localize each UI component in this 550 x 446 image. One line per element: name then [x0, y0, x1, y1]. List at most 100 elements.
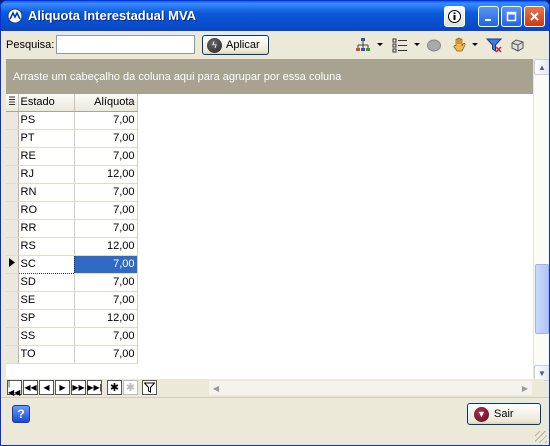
table-row[interactable]: RR 7,00: [6, 219, 138, 238]
scroll-up-arrow[interactable]: ▲: [534, 59, 549, 75]
resize-grip[interactable]: [535, 431, 547, 443]
cell-aliquota[interactable]: 12,00: [74, 237, 138, 256]
cell-aliquota[interactable]: 7,00: [74, 273, 138, 292]
next-page-button[interactable]: ▶▶: [71, 380, 86, 395]
scroll-thumb[interactable]: [535, 264, 549, 334]
cell-estado[interactable]: RS: [18, 237, 75, 256]
table-row[interactable]: RJ 12,00: [6, 165, 138, 184]
exit-button-label: Sair: [494, 408, 514, 420]
apply-button[interactable]: ϟ Aplicar: [202, 35, 269, 55]
cell-estado[interactable]: TO: [18, 345, 75, 364]
insert-record-button[interactable]: ✱: [107, 380, 122, 395]
table-row[interactable]: PS 7,00: [6, 111, 138, 130]
prior-page-button[interactable]: ◀◀: [23, 380, 38, 395]
row-indicator[interactable]: [6, 111, 19, 130]
table-row[interactable]: SP 12,00: [6, 309, 138, 328]
cell-aliquota[interactable]: 7,00: [74, 219, 138, 238]
horizontal-scrollbar[interactable]: ◀ ▶: [209, 381, 532, 395]
table-row[interactable]: PT 7,00: [6, 129, 138, 148]
cell-estado[interactable]: SD: [18, 273, 75, 292]
column-header-estado[interactable]: Estado: [18, 94, 75, 112]
cell-aliquota[interactable]: 7,00: [74, 291, 138, 310]
hand-icon[interactable]: [451, 37, 467, 53]
row-indicator[interactable]: [6, 165, 19, 184]
filter-icon[interactable]: [486, 37, 502, 53]
search-input[interactable]: [56, 35, 195, 54]
help-icon: ?: [17, 407, 25, 421]
last-page-button[interactable]: ▶▶|: [87, 380, 102, 395]
table-row[interactable]: SC 7,00: [6, 254, 138, 274]
cell-aliquota[interactable]: 12,00: [74, 165, 138, 184]
table-row[interactable]: RE 7,00: [6, 147, 138, 166]
help-button[interactable]: ?: [12, 405, 30, 423]
cell-estado[interactable]: SP: [18, 309, 75, 328]
cell-estado[interactable]: SS: [18, 327, 75, 346]
row-indicator[interactable]: [6, 291, 19, 310]
window-title: Aliquota Interestadual MVA: [28, 8, 197, 23]
cell-estado[interactable]: SC: [17, 254, 75, 274]
table-row[interactable]: SD 7,00: [6, 273, 138, 292]
circle-icon[interactable]: [426, 37, 442, 53]
filter-button[interactable]: [142, 380, 157, 395]
column-chooser-icon[interactable]: [6, 94, 19, 112]
row-indicator[interactable]: [6, 255, 19, 274]
row-indicator[interactable]: [6, 273, 19, 292]
group-by-hint: Arraste um cabeçalho da coluna aqui para…: [13, 71, 342, 83]
cell-aliquota[interactable]: 7,00: [74, 327, 138, 346]
scroll-right-arrow[interactable]: ▶: [518, 381, 532, 395]
list-options-icon[interactable]: [392, 37, 408, 53]
exit-button[interactable]: ▼ Sair: [467, 403, 541, 425]
table-row[interactable]: RS 12,00: [6, 237, 138, 256]
title-bar[interactable]: Aliquota Interestadual MVA: [1, 1, 549, 31]
table-row[interactable]: RN 7,00: [6, 183, 138, 202]
minimize-button[interactable]: [478, 6, 499, 27]
cell-estado[interactable]: PT: [18, 129, 75, 148]
row-indicator[interactable]: [6, 201, 19, 220]
close-icon: [530, 12, 539, 21]
cell-aliquota[interactable]: 7,00: [74, 201, 138, 220]
row-indicator[interactable]: [6, 147, 19, 166]
table-row[interactable]: SE 7,00: [6, 291, 138, 310]
list-options-dropdown-arrow[interactable]: [414, 43, 420, 46]
prior-record-button[interactable]: ◀: [39, 380, 54, 395]
group-by-panel[interactable]: Arraste um cabeçalho da coluna aqui para…: [6, 59, 544, 94]
row-indicator[interactable]: [6, 237, 19, 256]
row-indicator[interactable]: [6, 129, 19, 148]
row-indicator[interactable]: [6, 183, 19, 202]
table-row[interactable]: TO 7,00: [6, 345, 138, 364]
info-icon: [448, 10, 461, 23]
cell-estado[interactable]: RE: [18, 147, 75, 166]
first-page-button[interactable]: |◀◀: [7, 379, 22, 397]
cell-estado[interactable]: RR: [18, 219, 75, 238]
next-record-button[interactable]: ▶: [55, 380, 70, 395]
hierarchy-dropdown-arrow[interactable]: [377, 43, 383, 46]
print-icon[interactable]: [509, 37, 525, 53]
cell-aliquota[interactable]: 7,00: [74, 345, 138, 364]
current-row-arrow-icon: [8, 258, 15, 267]
cell-estado[interactable]: RO: [18, 201, 75, 220]
cell-aliquota[interactable]: 7,00: [74, 255, 138, 274]
close-button[interactable]: [524, 6, 545, 27]
cell-aliquota[interactable]: 7,00: [74, 183, 138, 202]
scroll-left-arrow[interactable]: ◀: [209, 381, 223, 395]
row-indicator[interactable]: [6, 327, 19, 346]
row-indicator[interactable]: [6, 309, 19, 328]
table-row[interactable]: SS 7,00: [6, 327, 138, 346]
context-help-button[interactable]: [444, 6, 465, 27]
hierarchy-icon[interactable]: [355, 37, 371, 53]
cell-aliquota[interactable]: 7,00: [74, 147, 138, 166]
cell-aliquota[interactable]: 7,00: [74, 129, 138, 148]
cell-estado[interactable]: RN: [18, 183, 75, 202]
cell-aliquota[interactable]: 7,00: [74, 111, 138, 130]
maximize-button[interactable]: [501, 6, 522, 27]
vertical-scrollbar[interactable]: ▲ ▼: [533, 59, 549, 381]
hand-dropdown-arrow[interactable]: [472, 43, 478, 46]
cell-estado[interactable]: SE: [18, 291, 75, 310]
cell-aliquota[interactable]: 12,00: [74, 309, 138, 328]
row-indicator[interactable]: [6, 345, 19, 364]
cell-estado[interactable]: PS: [18, 111, 75, 130]
row-indicator[interactable]: [6, 219, 19, 238]
table-row[interactable]: RO 7,00: [6, 201, 138, 220]
column-header-aliquota[interactable]: Alíquota: [74, 94, 138, 112]
cell-estado[interactable]: RJ: [18, 165, 75, 184]
